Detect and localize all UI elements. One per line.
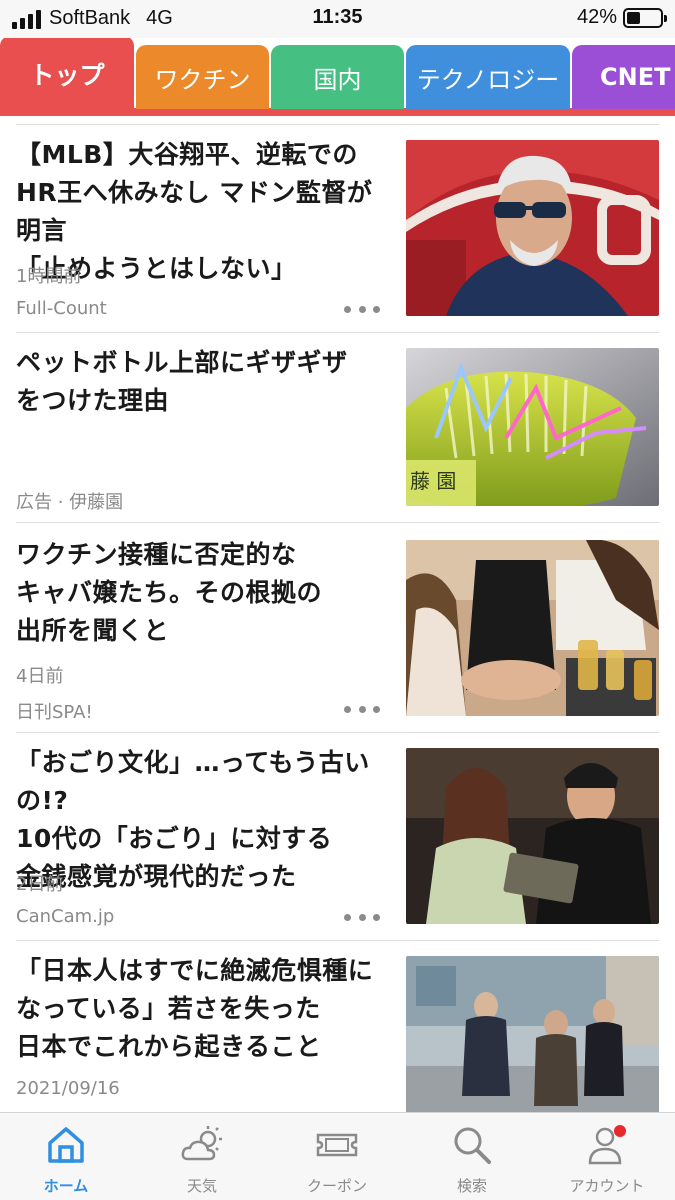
tab-label: トップ xyxy=(29,61,105,90)
more-options-icon[interactable] xyxy=(344,699,380,719)
more-options-icon[interactable] xyxy=(344,907,380,927)
clock: 11:35 xyxy=(312,6,363,28)
nav-label: 検索 xyxy=(456,1177,487,1195)
tab-domestic[interactable]: 国内 xyxy=(271,45,404,109)
coupon-icon xyxy=(316,1133,358,1157)
more-options-icon[interactable] xyxy=(344,299,380,319)
tab-cnet[interactable]: CNET xyxy=(572,45,675,109)
article-thumbnail[interactable] xyxy=(406,540,659,716)
nav-label: クーポン xyxy=(306,1177,367,1195)
article-source: CanCam.jp xyxy=(16,906,115,927)
tab-vaccine[interactable]: ワクチン xyxy=(136,45,269,109)
news-item[interactable]: 「日本人はすでに絶滅危惧種に なっている」若さを失った 日本でこれから起きること… xyxy=(0,956,675,1112)
article-time: 1時間前 xyxy=(16,266,82,287)
nav-label: ホーム xyxy=(43,1177,89,1195)
article-time: 2021/09/16 xyxy=(16,1078,120,1099)
article-time: 4日前 xyxy=(16,666,64,687)
tab-label: CNET xyxy=(600,63,671,91)
article-title: ペットボトル上部にギザギザ をつけた理由 xyxy=(16,348,348,415)
article-thumbnail[interactable] xyxy=(406,140,659,316)
weather-icon xyxy=(181,1126,222,1161)
divider xyxy=(16,522,659,523)
battery-icon xyxy=(623,7,667,28)
article-source: Full-Count xyxy=(16,298,107,319)
divider xyxy=(16,332,659,333)
bottom-nav: ホーム 天気 クーポン 検索 アカウント xyxy=(0,1112,675,1200)
news-item[interactable]: ワクチン接種に否定的な キャバ嬢たち。その根拠の 出所を聞くと 4日前 日刊SP… xyxy=(0,540,675,733)
nav-account[interactable]: アカウント xyxy=(547,1123,667,1199)
article-thumbnail[interactable] xyxy=(406,748,659,924)
account-icon xyxy=(588,1125,626,1165)
nav-home[interactable]: ホーム xyxy=(6,1123,126,1199)
notification-badge xyxy=(614,1125,626,1137)
news-list: 【MLB】大谷翔平、逆転での HR王へ休みなし マドン監督が明言 「止めようとは… xyxy=(0,116,675,1112)
article-source: 日刊SPA! xyxy=(16,702,93,723)
tab-technology[interactable]: テクノロジー xyxy=(406,45,570,109)
news-item-ad[interactable]: ペットボトル上部にギザギザ をつけた理由 広告 · 伊藤園 藤 園 xyxy=(0,348,675,524)
tab-top[interactable]: トップ xyxy=(0,38,134,112)
article-time: 2日前 xyxy=(16,874,64,895)
status-bar: SoftBank 4G 11:35 42% xyxy=(0,0,675,38)
divider xyxy=(16,940,659,941)
tab-label: テクノロジー xyxy=(416,65,560,94)
article-title: 「日本人はすでに絶滅危惧種に なっている」若さを失った 日本でこれから起きること xyxy=(16,956,374,1061)
news-item[interactable]: 【MLB】大谷翔平、逆転での HR王へ休みなし マドン監督が明言 「止めようとは… xyxy=(0,140,675,333)
tab-label: ワクチン xyxy=(154,65,251,94)
nav-label: 天気 xyxy=(186,1177,217,1195)
article-title: 「おごり文化」…ってもう古いの!? 10代の「おごり」に対する 金銭感覚が現代的… xyxy=(16,748,370,891)
article-thumbnail[interactable]: 藤 園 xyxy=(406,348,659,506)
ad-sponsor: 広告 · 伊藤園 xyxy=(16,492,124,513)
nav-coupon[interactable]: クーポン xyxy=(277,1123,397,1199)
battery-level xyxy=(627,11,641,24)
status-right: 42% xyxy=(576,6,667,29)
svg-text:藤 園: 藤 園 xyxy=(410,469,456,493)
article-thumbnail[interactable] xyxy=(406,956,659,1112)
nav-label: アカウント xyxy=(569,1177,645,1195)
search-icon xyxy=(454,1127,491,1164)
nav-search[interactable]: 検索 xyxy=(412,1123,532,1199)
article-title: ワクチン接種に否定的な キャバ嬢たち。その根拠の 出所を聞くと xyxy=(16,540,323,645)
divider xyxy=(16,732,659,733)
tab-label: 国内 xyxy=(313,65,362,94)
battery-percent: 42% xyxy=(576,6,617,28)
home-icon xyxy=(48,1127,84,1163)
news-item[interactable]: 「おごり文化」…ってもう古いの!? 10代の「おごり」に対する 金銭感覚が現代的… xyxy=(0,748,675,941)
divider xyxy=(16,124,659,125)
nav-weather[interactable]: 天気 xyxy=(142,1123,262,1199)
category-tab-bar: トップ ワクチン 国内 テクノロジー CNET xyxy=(0,38,675,116)
